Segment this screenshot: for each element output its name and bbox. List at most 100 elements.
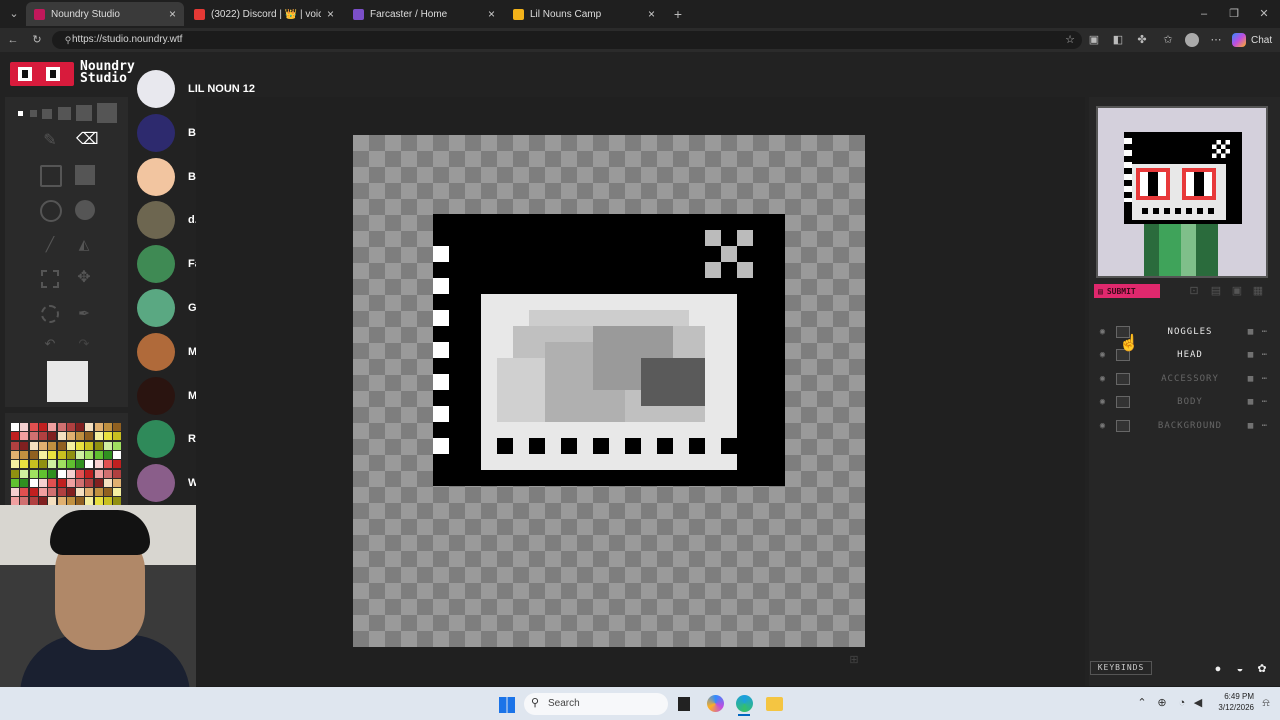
file-explorer-icon[interactable] xyxy=(766,697,783,711)
select-tool-icon[interactable] xyxy=(41,270,59,288)
layer-row[interactable]: ◉ ACCESSORY ▦ ⋯ xyxy=(1094,368,1272,390)
palette-color-swatch[interactable] xyxy=(11,423,19,431)
layer-more-icon[interactable]: ⋯ xyxy=(1258,327,1272,337)
rectangle-fill-tool-icon[interactable] xyxy=(75,165,95,185)
submit-button[interactable]: ▤ SUBMIT xyxy=(1094,284,1160,298)
visibility-eye-icon[interactable]: ◉ xyxy=(1094,350,1112,360)
brush-size-1[interactable] xyxy=(18,111,23,116)
layer-row[interactable]: ◉ BODY ▦ ⋯ xyxy=(1094,391,1272,413)
palette-color-swatch[interactable] xyxy=(38,460,47,469)
brush-size-6[interactable] xyxy=(97,103,117,123)
palette-color-swatch[interactable] xyxy=(113,469,122,478)
notifications-icon[interactable]: ⍾ xyxy=(1258,695,1274,711)
palette-color-swatch[interactable] xyxy=(94,450,103,459)
palette-color-swatch[interactable] xyxy=(76,432,85,441)
save-icon[interactable]: ▦ xyxy=(1250,283,1266,299)
palette-color-swatch[interactable] xyxy=(57,441,66,450)
palette-color-swatch[interactable] xyxy=(76,488,85,497)
palette-color-swatch[interactable] xyxy=(85,423,94,431)
layer-grid-icon[interactable]: ▦ xyxy=(1244,327,1258,337)
visibility-eye-icon[interactable]: ◉ xyxy=(1094,327,1112,337)
palette-color-swatch[interactable] xyxy=(11,478,19,487)
network-tray-icon[interactable]: ⊕ xyxy=(1154,695,1170,711)
palette-color-swatch[interactable] xyxy=(85,460,94,469)
palette-color-swatch[interactable] xyxy=(66,469,75,478)
circle-outline-tool-icon[interactable] xyxy=(40,200,62,222)
palette-color-swatch[interactable] xyxy=(57,423,66,431)
copilot-taskbar-icon[interactable] xyxy=(707,695,724,712)
palette-color-swatch[interactable] xyxy=(76,478,85,487)
palette-color-swatch[interactable] xyxy=(104,432,112,441)
close-tab-icon[interactable]: × xyxy=(488,7,495,21)
layer-grid-icon[interactable]: ▦ xyxy=(1244,421,1258,431)
palette-color-swatch[interactable] xyxy=(104,469,112,478)
copy-icon[interactable]: ▤ xyxy=(1208,283,1224,299)
layer-grid-icon[interactable]: ▦ xyxy=(1244,350,1258,360)
palette-color-swatch[interactable] xyxy=(66,432,75,441)
tab-farcaster[interactable]: Farcaster / Home × xyxy=(345,2,503,26)
circle-fill-tool-icon[interactable] xyxy=(75,200,95,220)
palette-color-swatch[interactable] xyxy=(113,488,122,497)
palette-color-swatch[interactable] xyxy=(29,450,38,459)
palette-color-swatch[interactable] xyxy=(66,423,75,431)
nouns-icon[interactable]: ✿ xyxy=(1254,661,1270,677)
close-tab-icon[interactable]: × xyxy=(648,7,655,21)
eyedropper-icon[interactable]: ✒ xyxy=(76,305,92,321)
taskbar-search[interactable]: ⚲ Search xyxy=(524,693,668,715)
palette-color-swatch[interactable] xyxy=(94,460,103,469)
palette-color-swatch[interactable] xyxy=(85,469,94,478)
palette-color-swatch[interactable] xyxy=(29,469,38,478)
palette-color-swatch[interactable] xyxy=(29,423,38,431)
windows-start-icon[interactable] xyxy=(499,697,515,713)
palette-color-swatch[interactable] xyxy=(85,478,94,487)
palette-color-swatch[interactable] xyxy=(29,432,38,441)
palette-color-swatch[interactable] xyxy=(20,469,29,478)
palette-color-swatch[interactable] xyxy=(104,478,112,487)
close-tab-icon[interactable]: × xyxy=(327,7,334,21)
close-tab-icon[interactable]: × xyxy=(169,7,176,21)
palette-color-swatch[interactable] xyxy=(94,469,103,478)
url-field[interactable]: https://studio.noundry.wtf xyxy=(52,31,1082,49)
palette-color-swatch[interactable] xyxy=(48,460,57,469)
participant-row[interactable]: d... xyxy=(137,201,204,240)
tab-noundry[interactable]: Noundry Studio × xyxy=(26,2,184,26)
palette-color-swatch[interactable] xyxy=(76,469,85,478)
palette-color-swatch[interactable] xyxy=(94,432,103,441)
palette-color-swatch[interactable] xyxy=(20,488,29,497)
copilot-chat-button[interactable]: Chat xyxy=(1232,31,1272,49)
new-tab-icon[interactable]: + xyxy=(670,6,686,22)
palette-color-swatch[interactable] xyxy=(48,469,57,478)
rectangle-outline-tool-icon[interactable] xyxy=(40,165,62,187)
volume-icon[interactable]: ◀ xyxy=(1190,695,1206,711)
palette-color-swatch[interactable] xyxy=(48,478,57,487)
layer-grid-icon[interactable]: ▦ xyxy=(1244,397,1258,407)
layer-more-icon[interactable]: ⋯ xyxy=(1258,421,1272,431)
layer-grid-icon[interactable]: ▦ xyxy=(1244,374,1258,384)
palette-color-swatch[interactable] xyxy=(29,441,38,450)
palette-color-swatch[interactable] xyxy=(38,450,47,459)
palette-color-swatch[interactable] xyxy=(104,450,112,459)
palette-color-swatch[interactable] xyxy=(57,488,66,497)
import-icon[interactable]: ▣ xyxy=(1229,283,1245,299)
palette-color-swatch[interactable] xyxy=(66,488,75,497)
palette-color-swatch[interactable] xyxy=(11,441,19,450)
brush-size-5[interactable] xyxy=(76,105,92,121)
tab-lil-nouns-camp[interactable]: Lil Nouns Camp × xyxy=(505,2,663,26)
palette-color-swatch[interactable] xyxy=(85,488,94,497)
keybinds-button[interactable]: KEYBINDS xyxy=(1090,661,1152,675)
site-info-icon[interactable]: ⚲ xyxy=(60,32,76,48)
palette-color-swatch[interactable] xyxy=(11,450,19,459)
palette-color-swatch[interactable] xyxy=(94,478,103,487)
palette-color-swatch[interactable] xyxy=(57,460,66,469)
palette-color-swatch[interactable] xyxy=(94,488,103,497)
palette-color-swatch[interactable] xyxy=(11,488,19,497)
palette-color-swatch[interactable] xyxy=(57,432,66,441)
redo-icon[interactable]: ↷ xyxy=(76,336,92,352)
palette-color-swatch[interactable] xyxy=(76,441,85,450)
palette-color-swatch[interactable] xyxy=(38,469,47,478)
move-tool-icon[interactable]: ✥ xyxy=(76,270,92,286)
current-color-swatch[interactable] xyxy=(47,361,88,402)
palette-color-swatch[interactable] xyxy=(38,478,47,487)
taskbar-clock[interactable]: 6:49 PM 3/12/2026 xyxy=(1208,691,1254,713)
minimize-icon[interactable]: – xyxy=(1196,6,1212,22)
